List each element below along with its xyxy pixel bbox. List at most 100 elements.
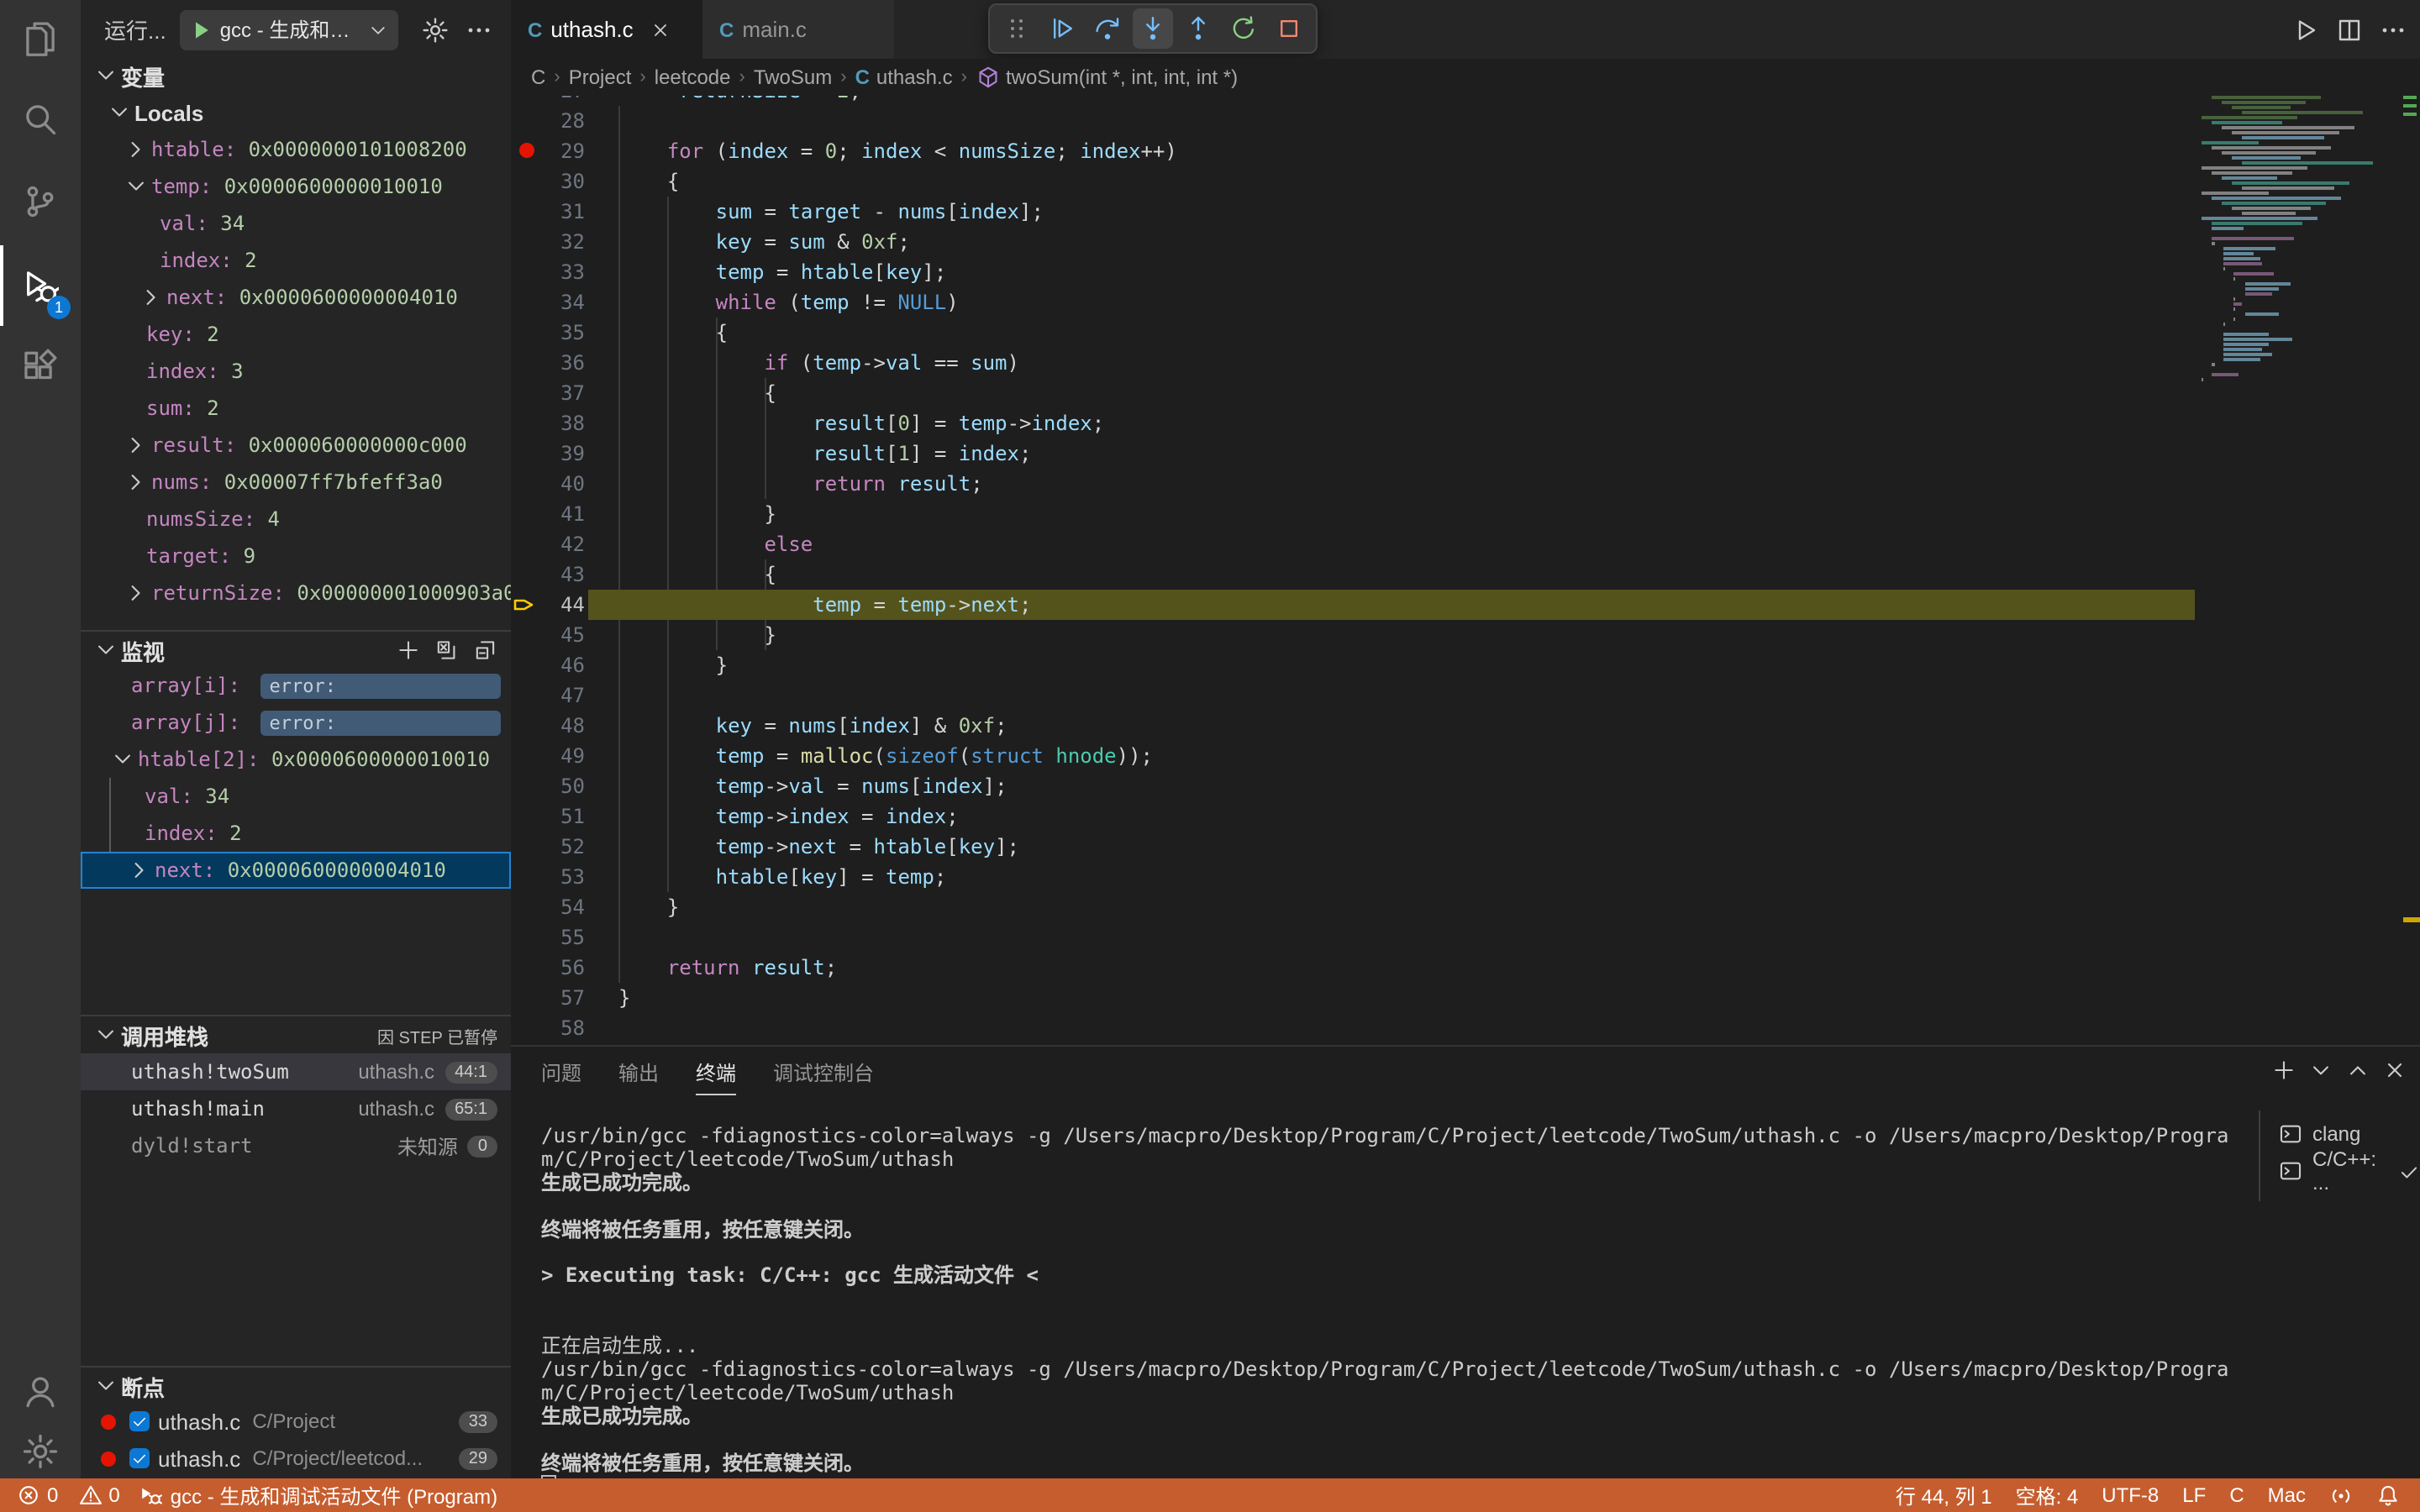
code-line-43[interactable]: 43{ — [511, 559, 2420, 589]
code-line-56[interactable]: 56return result; — [511, 952, 2420, 982]
code-viewport[interactable]: 27*returnSize = 2;2829for (index = 0; in… — [511, 96, 2420, 1043]
collapse-all-icon[interactable] — [474, 638, 497, 662]
code-line-49[interactable]: 49temp = malloc(sizeof(struct hnode)); — [511, 740, 2420, 770]
add-terminal-icon[interactable] — [2272, 1058, 2296, 1082]
panel-tab-问题[interactable]: 问题 — [541, 1047, 581, 1097]
variable-row[interactable]: nums: 0x00007ff7bfeff3a0 — [81, 464, 511, 501]
variable-row[interactable]: index: 3 — [81, 353, 511, 390]
close-all-icon[interactable] — [435, 638, 459, 662]
status-item[interactable]: 空格: 4 — [2016, 1481, 2079, 1509]
variables-scope-locals[interactable]: Locals — [81, 94, 511, 131]
variable-row[interactable]: target: 9 — [81, 538, 511, 575]
code-line-37[interactable]: 37{ — [511, 377, 2420, 407]
code-line-53[interactable]: 53htable[key] = temp; — [511, 861, 2420, 891]
variable-row[interactable]: key: 2 — [81, 316, 511, 353]
watch-row[interactable]: array[i]: error: — [81, 667, 511, 704]
tab-uthash.c[interactable]: Cuthash.c — [511, 0, 702, 59]
status-item[interactable]: C — [2229, 1483, 2244, 1507]
status-item[interactable]: 行 44, 列 1 — [1896, 1481, 1992, 1509]
code-line-38[interactable]: 38result[0] = temp->index; — [511, 407, 2420, 438]
breakpoints-section-header[interactable]: 断点 — [81, 1368, 511, 1404]
breadcrumb-item[interactable]: TwoSum — [754, 66, 832, 89]
stack-frame[interactable]: uthash!twoSumuthash.c44:1 — [81, 1053, 511, 1090]
code-line-39[interactable]: 39result[1] = index; — [511, 438, 2420, 468]
explorer-icon[interactable] — [0, 0, 81, 79]
code-line-32[interactable]: 32key = sum & 0xf; — [511, 226, 2420, 256]
extensions-icon[interactable] — [0, 326, 81, 407]
more-icon[interactable] — [2380, 16, 2407, 43]
variable-row[interactable]: val: 34 — [81, 205, 511, 242]
debug-config-dropdown[interactable]: gcc - 生成和调试 — [180, 9, 398, 50]
warning-triangle-status-item[interactable]: 0 — [78, 1483, 119, 1507]
code-line-46[interactable]: 46} — [511, 649, 2420, 680]
close-panel-icon[interactable] — [2383, 1058, 2407, 1082]
debug-step-out-button[interactable] — [1178, 8, 1218, 49]
code-line-55[interactable]: 55 — [511, 921, 2420, 952]
watch-row[interactable]: val: 34 — [81, 778, 511, 815]
debug-step-over-button[interactable] — [1087, 8, 1128, 49]
start-debug-icon[interactable] — [190, 18, 213, 41]
debug-stop-button[interactable] — [1269, 8, 1309, 49]
breadcrumb-item[interactable]: C — [531, 66, 545, 89]
code-line-28[interactable]: 28 — [511, 105, 2420, 135]
debug-restart-button[interactable] — [1223, 8, 1264, 49]
breakpoint-row[interactable]: uthash.cC/Project/leetcod...29 — [81, 1440, 511, 1477]
status-item[interactable]: UTF-8 — [2102, 1483, 2159, 1507]
watch-section-header[interactable]: 监视 — [81, 632, 511, 669]
stack-frame[interactable]: dyld!start未知源0 — [81, 1127, 511, 1164]
debug-step-into-button[interactable] — [1133, 8, 1173, 49]
debug-continue-button[interactable] — [1042, 8, 1082, 49]
run-icon[interactable] — [2292, 16, 2319, 43]
code-line-30[interactable]: 30{ — [511, 165, 2420, 196]
variable-row[interactable]: temp: 0x0000600000010010 — [81, 168, 511, 205]
chevron-up-icon[interactable] — [2346, 1058, 2370, 1082]
run-debug-icon[interactable]: 1 — [0, 245, 81, 326]
breakpoint-row[interactable]: uthash.cC/Project33 — [81, 1403, 511, 1440]
minimap[interactable] — [2202, 96, 2346, 398]
terminal-list-item[interactable]: C/C++: ... — [2279, 1152, 2420, 1189]
watch-row[interactable]: index: 2 — [81, 815, 511, 852]
status-item[interactable]: LF — [2182, 1483, 2206, 1507]
code-line-29[interactable]: 29for (index = 0; index < numsSize; inde… — [511, 135, 2420, 165]
code-line-44[interactable]: 44temp = temp->next; — [511, 589, 2420, 619]
code-line-50[interactable]: 50temp->val = nums[index]; — [511, 770, 2420, 801]
source-control-icon[interactable] — [0, 161, 81, 242]
code-line-51[interactable]: 51temp->index = index; — [511, 801, 2420, 831]
tab-main.c[interactable]: Cmain.c — [702, 0, 894, 59]
variable-row[interactable]: numsSize: 4 — [81, 501, 511, 538]
code-line-35[interactable]: 35{ — [511, 317, 2420, 347]
status-item[interactable]: Mac — [2268, 1483, 2306, 1507]
error-circle-status-item[interactable]: 0 — [17, 1483, 58, 1507]
code-line-34[interactable]: 34while (temp != NULL) — [511, 286, 2420, 317]
breadcrumb[interactable]: C›Project›leetcode›TwoSum›Cuthash.c›twoS… — [511, 59, 2420, 96]
search-icon[interactable] — [0, 79, 81, 160]
gear-icon[interactable] — [422, 16, 449, 43]
code-line-40[interactable]: 40return result; — [511, 468, 2420, 498]
chevron-down-icon[interactable] — [2309, 1058, 2333, 1082]
code-line-45[interactable]: 45} — [511, 619, 2420, 649]
code-line-41[interactable]: 41} — [511, 498, 2420, 528]
bell-icon[interactable] — [2376, 1483, 2400, 1507]
callstack-section-header[interactable]: 调用堆栈 因 STEP 已暂停 — [81, 1016, 511, 1053]
watch-row[interactable]: htable[2]: 0x0000600000010010 — [81, 741, 511, 778]
code-line-48[interactable]: 48key = nums[index] & 0xf; — [511, 710, 2420, 740]
breadcrumb-item[interactable]: Cuthash.c — [855, 66, 953, 89]
variable-row[interactable]: returnSize: 0x00000001000903a0 — [81, 575, 511, 612]
code-line-33[interactable]: 33temp = htable[key]; — [511, 256, 2420, 286]
watch-row[interactable]: next: 0x0000600000004010 — [81, 852, 511, 889]
breadcrumb-item[interactable]: leetcode — [655, 66, 731, 89]
code-line-57[interactable]: 57} — [511, 982, 2420, 1012]
split-editor-icon[interactable] — [2336, 16, 2363, 43]
stack-frame[interactable]: uthash!mainuthash.c65:1 — [81, 1090, 511, 1127]
code-line-47[interactable]: 47 — [511, 680, 2420, 710]
panel-tab-调试控制台[interactable]: 调试控制台 — [773, 1047, 874, 1097]
panel-tab-终端[interactable]: 终端 — [696, 1047, 736, 1097]
add-expression-icon[interactable] — [397, 638, 420, 662]
breadcrumb-item[interactable]: Project — [569, 66, 632, 89]
panel-tab-输出[interactable]: 输出 — [618, 1047, 659, 1097]
code-line-36[interactable]: 36if (temp->val == sum) — [511, 347, 2420, 377]
code-line-31[interactable]: 31sum = target - nums[index]; — [511, 196, 2420, 226]
variables-section-header[interactable]: 变量 — [81, 57, 511, 94]
variable-row[interactable]: htable: 0x0000000101008200 — [81, 131, 511, 168]
variable-row[interactable]: index: 2 — [81, 242, 511, 279]
